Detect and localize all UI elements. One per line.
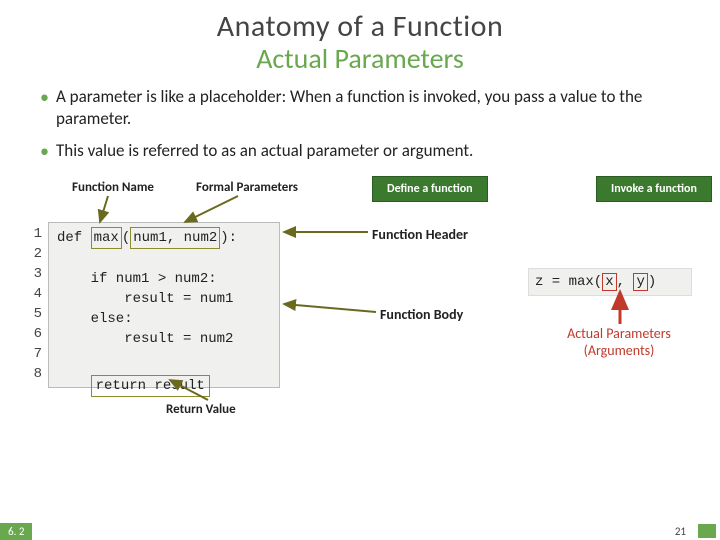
- line-number: 4: [28, 284, 42, 304]
- code-invoke-block: z = max(x, y): [528, 268, 692, 296]
- box-function-name: max: [91, 227, 122, 249]
- slide-subtitle: Actual Parameters: [0, 41, 720, 76]
- label-formal-parameters: Formal Parameters: [182, 180, 312, 195]
- invoke-suffix: ): [648, 274, 656, 290]
- box-actual-arg: x: [602, 273, 616, 291]
- code-line: if num1 > num2:: [57, 271, 217, 287]
- line-number: 8: [28, 364, 42, 384]
- label-function-body: Function Body: [380, 306, 463, 323]
- diagram-area: Function Name Formal Parameters Define a…: [0, 176, 720, 496]
- line-number: 2: [28, 244, 42, 264]
- title-block: Anatomy of a Function Actual Parameters: [0, 0, 720, 80]
- box-return: return result: [91, 375, 210, 397]
- code-line: result = num1: [57, 291, 233, 307]
- line-number: 3: [28, 264, 42, 284]
- line-number: 7: [28, 344, 42, 364]
- bullet-list: A parameter is like a placeholder: When …: [0, 80, 720, 180]
- code-definition-block: def max(num1, num2): if num1 > num2: res…: [48, 222, 280, 388]
- footer-page-number: 21: [675, 525, 686, 538]
- label-actual-parameters: Actual Parameters(Arguments): [544, 326, 694, 360]
- invoke-sep: ,: [617, 274, 634, 290]
- box-formal-params: num1, num2: [130, 227, 220, 249]
- box-actual-arg: y: [633, 273, 647, 291]
- footer-section-number: 6. 2: [0, 523, 32, 540]
- bullet-item: This value is referred to as an actual p…: [40, 140, 686, 162]
- footer-logo-icon: [698, 524, 716, 538]
- line-number: 5: [28, 304, 42, 324]
- invoke-prefix: z = max(: [535, 274, 602, 290]
- label-function-header: Function Header: [372, 226, 468, 243]
- code-line: result = num2: [57, 331, 233, 347]
- badge-invoke-function: Invoke a function: [596, 176, 712, 202]
- line-number: 1: [28, 224, 42, 244]
- keyword-def: def: [57, 230, 82, 246]
- slide-title: Anatomy of a Function: [0, 8, 720, 45]
- bullet-item: A parameter is like a placeholder: When …: [40, 86, 686, 130]
- line-number: 6: [28, 324, 42, 344]
- code-line: else:: [57, 311, 133, 327]
- line-number-gutter: 1 2 3 4 5 6 7 8: [28, 224, 42, 384]
- label-return-value: Return Value: [166, 402, 236, 417]
- label-function-name: Function Name: [58, 180, 168, 195]
- badge-define-function: Define a function: [372, 176, 488, 202]
